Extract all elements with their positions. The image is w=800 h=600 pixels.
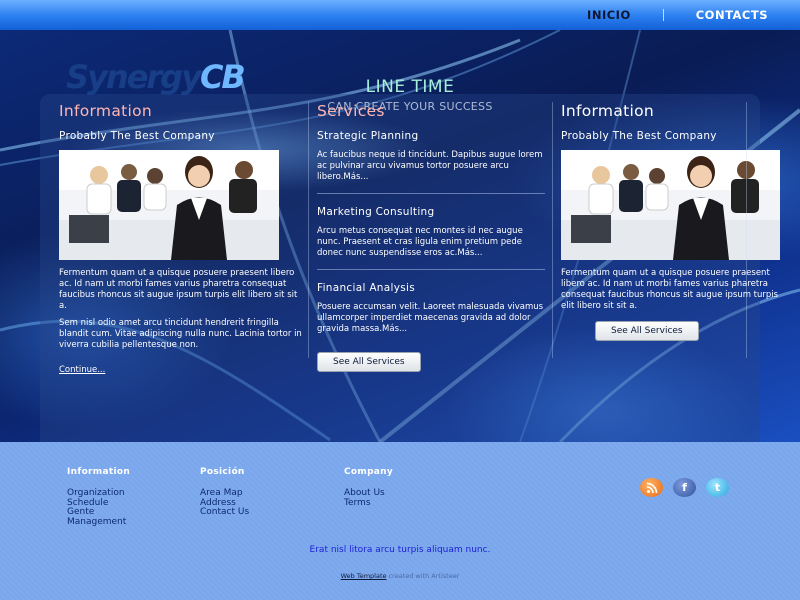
- column-information-left: Information Probably The Best Company Fe…: [59, 102, 304, 376]
- column-heading: Services: [317, 102, 385, 120]
- service-text-3: Posuere accumsan velit. Laoreet malesuad…: [317, 302, 544, 334]
- footer-credit: Web Template created with Artisteer: [0, 572, 800, 580]
- see-all-services-button[interactable]: See All Services: [317, 352, 421, 372]
- column-paragraph-1: Fermentum quam ut a quisque posuere prae…: [59, 268, 298, 311]
- footer-heading: Company: [344, 467, 394, 477]
- service-title-2: Marketing Consulting: [317, 206, 435, 218]
- footer: Information Organization Schedule Gente …: [0, 442, 800, 600]
- column-divider: [552, 102, 553, 358]
- hero-area: SynergyCB LINE TIME CAN CREATE YOUR SUCC…: [0, 30, 800, 442]
- facebook-icon[interactable]: f: [673, 478, 696, 497]
- service-divider: [317, 193, 545, 194]
- footer-column-company: Company About Us Terms: [344, 467, 393, 508]
- column-divider: [746, 102, 747, 358]
- column-subheading: Probably The Best Company: [561, 130, 717, 142]
- column-divider: [308, 102, 309, 358]
- main-nav: INICIO CONTACTS: [555, 0, 800, 30]
- web-template-link[interactable]: Web Template: [341, 572, 387, 580]
- column-services: Services Strategic Planning Ac faucibus …: [317, 102, 545, 372]
- logo-text-part1: Synergy: [66, 58, 202, 96]
- footer-tagline: Erat nisl litora arcu turpis aliquam nun…: [309, 545, 491, 555]
- nav-contacts[interactable]: CONTACTS: [664, 8, 800, 22]
- top-nav-bar: INICIO CONTACTS: [0, 0, 800, 30]
- content-panel: Information Probably The Best Company Fe…: [40, 94, 780, 442]
- footer-heading: Information: [67, 467, 131, 477]
- photo-illustration: [59, 150, 279, 260]
- footer-heading: Posición: [200, 467, 245, 477]
- see-all-services-button[interactable]: See All Services: [595, 321, 699, 341]
- photo-illustration: [561, 150, 780, 260]
- service-title-1: Strategic Planning: [317, 130, 419, 142]
- business-people-photo: [59, 150, 279, 260]
- column-heading: Information: [59, 102, 153, 120]
- footer-link-management[interactable]: Management: [67, 517, 130, 528]
- service-divider: [317, 269, 545, 270]
- site-logo[interactable]: SynergyCB: [66, 58, 246, 96]
- rss-icon[interactable]: [640, 478, 663, 497]
- column-information-right: Information Probably The Best Company Fe…: [561, 102, 781, 341]
- nav-inicio[interactable]: INICIO: [555, 8, 663, 22]
- business-people-photo: [561, 150, 780, 260]
- column-paragraph-1: Fermentum quam ut a quisque posuere prae…: [561, 268, 779, 311]
- column-subheading: Probably The Best Company: [59, 130, 215, 142]
- social-links: f t: [640, 478, 729, 497]
- continue-link[interactable]: Continue...: [59, 365, 105, 375]
- column-heading: Information: [561, 102, 655, 120]
- footer-column-posicion: Posición Area Map Address Contact Us: [200, 467, 249, 518]
- service-title-3: Financial Analysis: [317, 282, 415, 294]
- twitter-icon[interactable]: t: [706, 478, 729, 497]
- footer-column-information: Information Organization Schedule Gente …: [67, 467, 130, 527]
- logo-text-part2: CB: [199, 58, 246, 96]
- service-text-2: Arcu metus consequat nec montes id nec a…: [317, 226, 523, 258]
- service-text-1: Ac faucibus neque id tincidunt. Dapibus …: [317, 150, 543, 182]
- credit-text: created with Artisteer: [388, 572, 460, 580]
- footer-link-terms[interactable]: Terms: [344, 498, 393, 509]
- footer-link-contact-us[interactable]: Contact Us: [200, 507, 249, 518]
- column-paragraph-2: Sem nisl odio amet arcu tincidunt hendre…: [59, 318, 302, 350]
